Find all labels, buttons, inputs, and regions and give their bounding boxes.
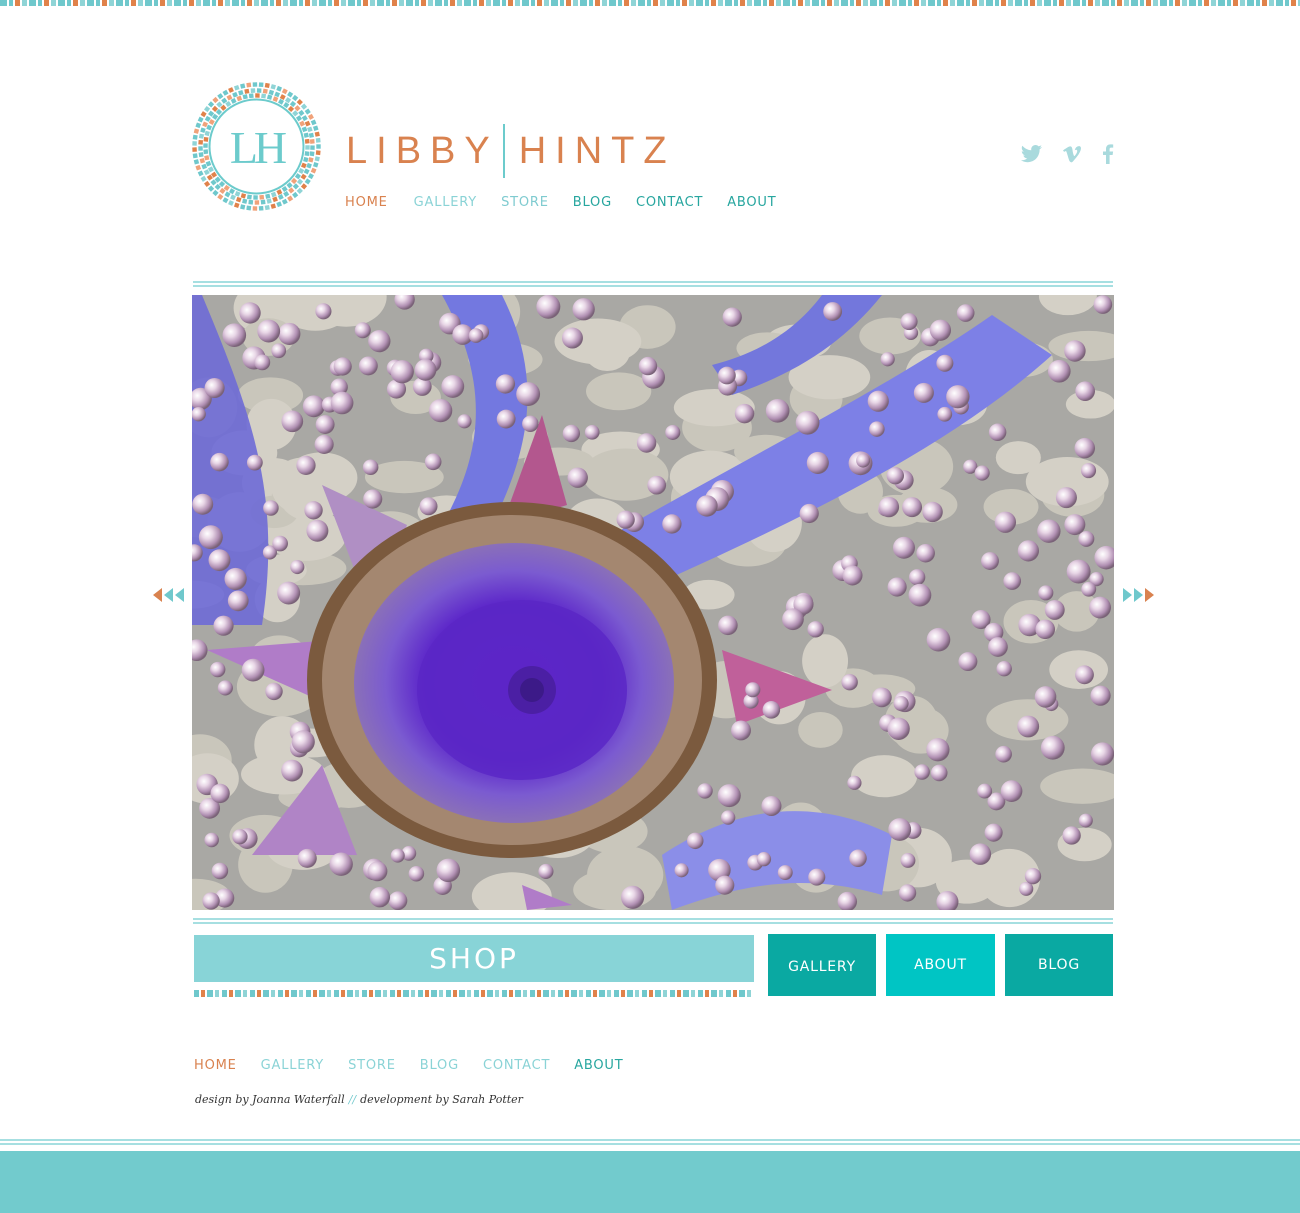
site-title[interactable]: LIBBY HINTZ	[346, 124, 676, 178]
nav-gallery[interactable]: GALLERY	[414, 195, 477, 210]
brand-divider	[502, 124, 505, 178]
slider-top-rule	[193, 281, 1113, 287]
footer-nav-blog[interactable]: BLOG	[420, 1058, 459, 1073]
footer-nav-about[interactable]: ABOUT	[574, 1058, 623, 1073]
nav-home[interactable]: HOME	[345, 195, 388, 210]
shop-button[interactable]: SHOP	[194, 935, 754, 982]
logo-mark[interactable]: LH	[190, 80, 323, 213]
slider-next-arrow[interactable]	[1121, 586, 1155, 604]
footer-nav-store[interactable]: STORE	[348, 1058, 396, 1073]
credit-separator: //	[348, 1093, 357, 1106]
top-mosaic-border	[0, 0, 1300, 6]
footer-nav-home[interactable]: HOME	[194, 1058, 237, 1073]
twitter-icon[interactable]	[1020, 144, 1044, 164]
footer-nav-gallery[interactable]: GALLERY	[261, 1058, 324, 1073]
facebook-icon[interactable]	[1100, 144, 1116, 164]
logo-monogram: LH	[230, 122, 286, 173]
blog-tile[interactable]: BLOG	[1005, 934, 1113, 996]
nav-contact[interactable]: CONTACT	[636, 195, 703, 210]
nav-store[interactable]: STORE	[501, 195, 549, 210]
shop-mosaic-strip	[194, 990, 754, 997]
main-nav: HOME GALLERY STORE BLOG CONTACT ABOUT	[345, 195, 776, 210]
footer-rule	[0, 1139, 1300, 1145]
vimeo-icon[interactable]	[1062, 144, 1084, 164]
brand-first-name: LIBBY	[346, 129, 499, 172]
nav-blog[interactable]: BLOG	[573, 195, 612, 210]
footer-nav-contact[interactable]: CONTACT	[483, 1058, 550, 1073]
brand-last-name: HINTZ	[518, 129, 676, 172]
nav-about[interactable]: ABOUT	[727, 195, 776, 210]
footer-band	[0, 1151, 1300, 1213]
slider-image	[192, 295, 1114, 910]
footer-nav: HOME GALLERY STORE BLOG CONTACT ABOUT	[194, 1058, 623, 1073]
slider-bottom-rule	[193, 918, 1113, 924]
about-tile[interactable]: ABOUT	[886, 934, 995, 996]
gallery-tile[interactable]: GALLERY	[768, 934, 876, 996]
slider-prev-arrow[interactable]	[152, 586, 186, 604]
development-credit[interactable]: development by Sarah Potter	[360, 1093, 523, 1106]
design-credit[interactable]: design by Joanna Waterfall	[195, 1093, 345, 1106]
footer-credits: design by Joanna Waterfall//development …	[195, 1093, 523, 1106]
